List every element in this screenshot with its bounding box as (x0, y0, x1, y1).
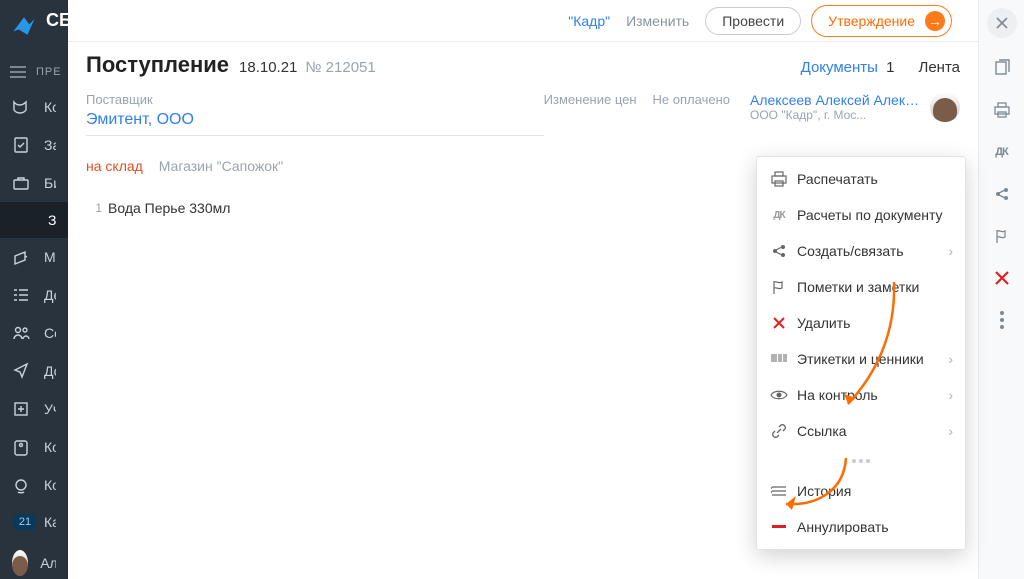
sidebar-item-5[interactable]: Де (0, 276, 68, 314)
document-subheader: Поставщик Эмитент, ООО Изменение цен Не … (68, 84, 978, 140)
chevron-right-icon: › (948, 243, 953, 259)
printer-icon (993, 102, 1011, 118)
sidebar-item-9[interactable]: Ко (0, 428, 68, 466)
menu-link[interactable]: Ссылка › (757, 413, 965, 449)
rail-flag[interactable] (990, 224, 1014, 248)
sidebar-item-8[interactable]: Уч (0, 390, 68, 428)
menu-more[interactable] (845, 453, 877, 469)
change-link[interactable]: Изменить (626, 13, 689, 29)
documents-link[interactable]: Документы 1 (801, 59, 895, 76)
dk-icon: ДК (769, 206, 789, 224)
printer-icon (769, 170, 789, 188)
rail-share[interactable] (990, 182, 1014, 206)
owner-org: ООО "Кадр", г. Мос... (750, 108, 920, 122)
document-header: Поступление 18.10.21 № 212051 Документы … (68, 42, 978, 84)
sidebar-item-4[interactable]: Ма (0, 238, 68, 276)
eye-icon (769, 386, 789, 404)
bird-icon (10, 12, 38, 40)
destination-type[interactable]: на склад (86, 158, 143, 174)
left-sidebar: СБ ПРЕ Ко Зад Биз Зак Ма Де Сот До Уч Ко… (0, 0, 68, 579)
close-icon (996, 17, 1008, 29)
flag-icon (994, 228, 1010, 244)
menu-print[interactable]: Распечатать (757, 161, 965, 197)
price-change-status: Изменение цен (544, 92, 637, 136)
link-icon (769, 422, 789, 440)
chevron-right-icon: › (948, 387, 953, 403)
arrow-right-icon: → (925, 11, 945, 31)
flag-icon (769, 278, 789, 296)
menu-icon (10, 66, 26, 78)
supplier-link[interactable]: Эмитент, ООО (86, 111, 544, 136)
menu-delete[interactable]: Удалить (757, 305, 965, 341)
rail-copy[interactable] (990, 56, 1014, 80)
rail-delete[interactable] (990, 266, 1014, 290)
app-logo[interactable] (4, 6, 44, 46)
user-avatar-icon (12, 550, 28, 576)
doc-title: Поступление (86, 52, 229, 78)
main-area: "Кадр" Изменить Провести Утверждение → П… (68, 0, 978, 579)
copy-icon (993, 59, 1011, 77)
approve-button[interactable]: Утверждение → (811, 5, 952, 37)
sidebar-item-11[interactable]: 21Кал (0, 504, 68, 540)
sidebar-item-0[interactable]: Ко (0, 88, 68, 126)
rail-dk[interactable]: ДК (990, 140, 1014, 164)
org-link[interactable]: "Кадр" (568, 13, 610, 29)
minus-icon (769, 518, 789, 536)
share-icon (994, 186, 1010, 202)
topbar: "Кадр" Изменить Провести Утверждение → (68, 0, 978, 42)
menu-history[interactable]: История (757, 473, 965, 509)
rail-more[interactable] (990, 308, 1014, 332)
context-menu: Распечатать ДК Расчеты по документу Созд… (756, 156, 966, 550)
sidebar-item-10[interactable]: Ко (0, 466, 68, 504)
sidebar-item-7[interactable]: До (0, 352, 68, 390)
feed-link[interactable]: Лента (918, 59, 960, 76)
supplier-label: Поставщик (86, 92, 544, 107)
sidebar-item-2[interactable]: Биз (0, 164, 68, 202)
chevron-right-icon: › (948, 423, 953, 439)
sidebar-user[interactable]: Але (0, 540, 68, 579)
sidebar-item-1[interactable]: Зад (0, 126, 68, 164)
doc-date: 18.10.21 (239, 59, 297, 76)
menu-dk[interactable]: ДК Расчеты по документу (757, 197, 965, 233)
rail-print[interactable] (990, 98, 1014, 122)
hamburger-menu[interactable]: ПРЕ (0, 56, 68, 88)
share-icon (769, 242, 789, 260)
owner-name[interactable]: Алексеев Алексей Алекс... (750, 92, 920, 108)
menu-notes[interactable]: Пометки и заметки (757, 269, 965, 305)
chevron-right-icon: › (948, 351, 953, 367)
destination-value: Магазин "Сапожок" (159, 158, 283, 174)
run-button[interactable]: Провести (705, 7, 801, 35)
unpaid-status: Не оплачено (653, 92, 730, 136)
menu-create-link[interactable]: Создать/связать › (757, 233, 965, 269)
barcode-icon (769, 350, 789, 368)
app-initials: СБ (46, 10, 68, 31)
x-icon (995, 271, 1009, 285)
right-rail: ДК (978, 0, 1024, 579)
owner-avatar-icon (930, 92, 960, 122)
doc-number: № 212051 (305, 59, 375, 76)
history-icon (769, 482, 789, 500)
x-icon (769, 314, 789, 332)
sidebar-item-6[interactable]: Сот (0, 314, 68, 352)
menu-control[interactable]: На контроль › (757, 377, 965, 413)
menu-annul[interactable]: Аннулировать (757, 509, 965, 545)
menu-labels[interactable]: Этикетки и ценники › (757, 341, 965, 377)
close-button[interactable] (987, 8, 1017, 38)
sidebar-item-3[interactable]: Зак (0, 202, 68, 238)
